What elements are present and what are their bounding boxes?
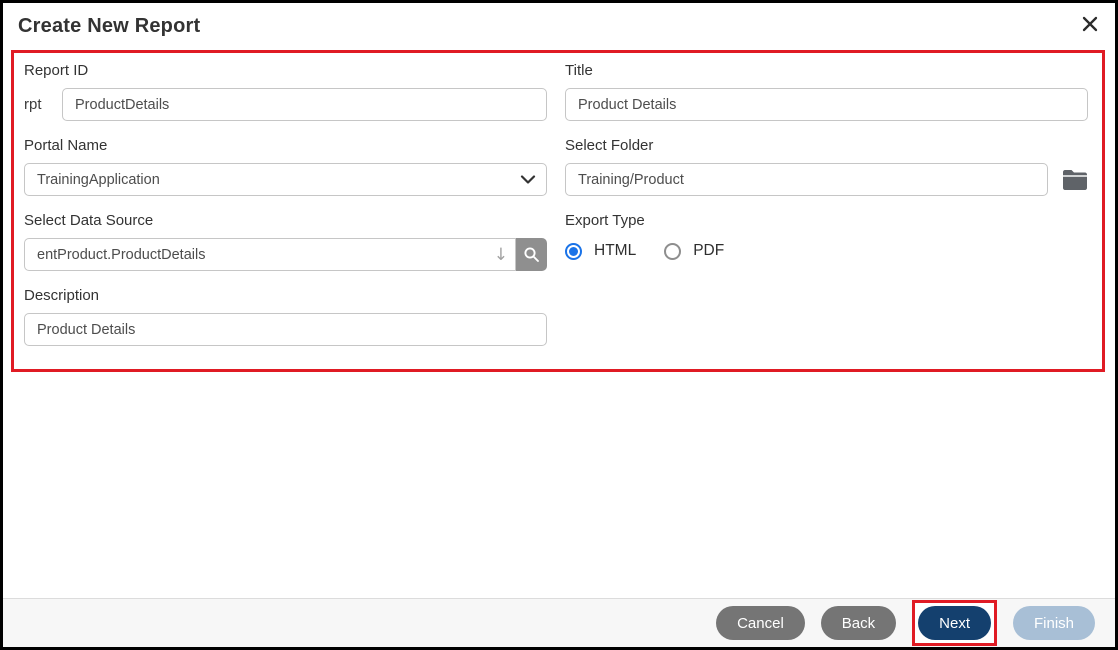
form-grid: Report ID rpt Portal Name TrainingApplic… — [24, 57, 1088, 357]
report-id-prefix: rpt — [24, 96, 42, 113]
report-id-input[interactable] — [62, 88, 547, 121]
description-group: Description — [24, 282, 547, 346]
folder-input[interactable] — [565, 163, 1048, 196]
radio-html[interactable] — [565, 242, 582, 260]
folder-icon[interactable] — [1062, 168, 1088, 192]
create-report-dialog: { "dialog": { "title": "Create New Repor… — [0, 0, 1118, 650]
next-button-highlight-outline: Next — [912, 600, 997, 646]
report-id-group: Report ID rpt — [24, 57, 547, 121]
form-left-column: Report ID rpt Portal Name TrainingApplic… — [24, 57, 547, 357]
dialog-title: Create New Report — [18, 15, 201, 37]
close-x-glyph — [1082, 16, 1098, 32]
dialog-footer: Cancel Back Next Finish — [3, 598, 1115, 647]
data-source-label: Select Data Source — [24, 212, 154, 229]
export-option-pdf[interactable]: PDF — [664, 242, 724, 260]
radio-pdf[interactable] — [664, 242, 682, 260]
radio-html-label: HTML — [594, 242, 637, 259]
data-source-row: ↓ — [24, 238, 547, 271]
search-icon[interactable] — [516, 238, 547, 271]
title-input[interactable] — [565, 88, 1088, 121]
next-button[interactable]: Next — [918, 606, 991, 640]
radio-pdf-label: PDF — [693, 242, 725, 259]
cancel-button[interactable]: Cancel — [716, 606, 805, 640]
title-label: Title — [565, 62, 593, 79]
folder-glyph — [1063, 169, 1087, 190]
export-type-options: HTML PDF — [565, 238, 1088, 264]
data-source-group: Select Data Source ↓ — [24, 207, 547, 271]
data-source-input-wrap: ↓ — [24, 238, 516, 271]
description-input[interactable] — [24, 313, 547, 346]
description-label: Description — [24, 287, 100, 304]
export-option-html[interactable]: HTML — [565, 242, 636, 260]
finish-button[interactable]: Finish — [1012, 606, 1095, 640]
chevron-down-icon — [520, 174, 536, 184]
form-right-column: Title Select Folder Export Type — [565, 57, 1088, 357]
select-folder-row — [565, 163, 1088, 196]
export-type-group: Export Type HTML PDF — [565, 207, 1088, 264]
dialog-header: Create New Report — [3, 3, 1115, 46]
title-group: Title — [565, 57, 1088, 121]
report-id-label: Report ID — [24, 62, 89, 79]
portal-name-group: Portal Name TrainingApplication — [24, 132, 547, 196]
portal-name-selected-value: TrainingApplication — [37, 171, 160, 188]
select-folder-group: Select Folder — [565, 132, 1088, 196]
data-source-input[interactable] — [24, 238, 516, 271]
back-button[interactable]: Back — [820, 606, 897, 640]
close-icon[interactable] — [1079, 13, 1101, 35]
magnifier-glyph — [524, 247, 539, 262]
export-type-label: Export Type — [565, 212, 645, 229]
report-id-row: rpt — [24, 88, 547, 121]
portal-name-select[interactable]: TrainingApplication — [24, 163, 547, 196]
portal-name-label: Portal Name — [24, 137, 108, 154]
form-highlight-outline: Report ID rpt Portal Name TrainingApplic… — [11, 50, 1105, 372]
select-folder-label: Select Folder — [565, 137, 654, 154]
